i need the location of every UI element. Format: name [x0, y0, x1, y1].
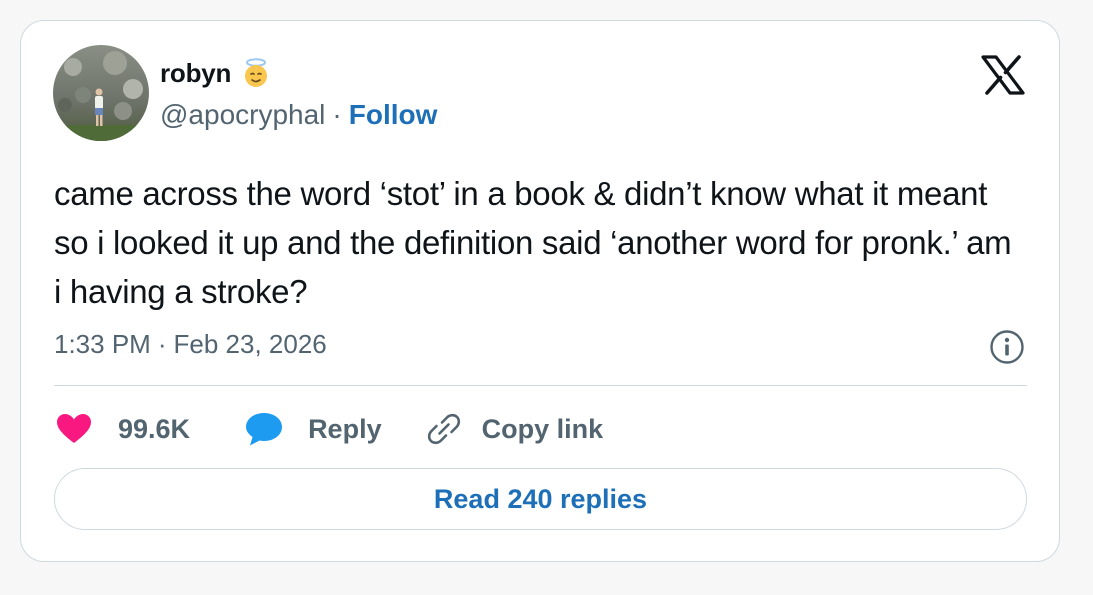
info-icon[interactable]	[989, 329, 1025, 365]
separator-dot: ·	[332, 99, 342, 130]
follow-link[interactable]: Follow	[349, 99, 438, 131]
avatar[interactable]	[53, 45, 149, 141]
author-handle-row: @apocryphal · Follow	[160, 97, 437, 133]
x-logo-icon[interactable]	[981, 55, 1025, 95]
divider	[54, 385, 1027, 386]
timestamp-separator: ·	[157, 329, 167, 359]
reply-button[interactable]: Reply	[244, 409, 382, 449]
tweet-time: 1:33 PM	[54, 329, 151, 359]
tweet-date: Feb 23, 2026	[173, 329, 327, 359]
speech-bubble-icon	[244, 409, 284, 449]
tweet-card: robyn @apocryphal · Follow came across t…	[20, 20, 1060, 562]
tweet-text: came across the word ‘stot’ in a book & …	[54, 175, 1012, 310]
author-handle[interactable]: @apocryphal	[160, 99, 325, 131]
author-name-row: robyn	[160, 53, 273, 93]
author-name[interactable]: robyn	[160, 58, 231, 89]
copy-link-label: Copy link	[481, 413, 604, 444]
heart-icon	[54, 409, 94, 449]
reply-label: Reply	[308, 413, 382, 444]
action-bar: 99.6K Reply Copy link	[54, 407, 603, 451]
like-button[interactable]: 99.6K	[54, 409, 190, 449]
like-count: 99.6K	[118, 413, 191, 444]
smiling-face-with-halo-icon	[239, 56, 273, 90]
tweet-timestamp[interactable]: 1:33 PM · Feb 23, 2026	[54, 329, 327, 360]
link-icon	[424, 409, 464, 449]
read-replies-button[interactable]: Read 240 replies	[54, 468, 1027, 530]
copy-link-button[interactable]: Copy link	[424, 409, 604, 449]
